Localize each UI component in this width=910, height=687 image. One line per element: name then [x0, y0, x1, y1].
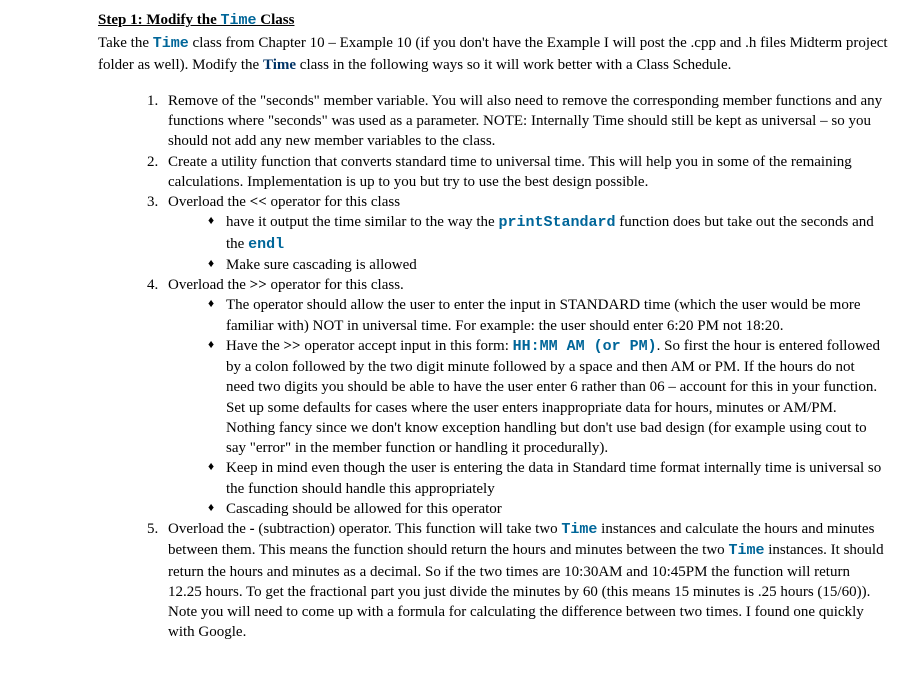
- item-2-text: Create a utility function that converts …: [168, 152, 898, 193]
- code-endl: endl: [248, 236, 284, 253]
- list-item-3: Overload the << operator for this class …: [162, 192, 898, 275]
- item-1-text: Remove of the "seconds" member variable.…: [168, 91, 898, 152]
- op-lshift: <<: [250, 194, 267, 210]
- op-rshift-inline: >>: [283, 338, 300, 354]
- intro-code-time: Time: [153, 35, 189, 52]
- item-4-sub-4: Cascading should be allowed for this ope…: [208, 499, 898, 519]
- code-printstandard: printStandard: [498, 214, 615, 231]
- item-3-text: Overload the << operator for this class: [168, 192, 898, 212]
- item-4-text: Overload the >> operator for this class.: [168, 275, 898, 295]
- item-3-sublist: have it output the time similar to the w…: [168, 212, 898, 275]
- intro-text-a: Take the: [98, 35, 153, 51]
- list-item-2: Create a utility function that converts …: [162, 152, 898, 193]
- list-item-1: Remove of the "seconds" member variable.…: [162, 91, 898, 152]
- item-4-sublist: The operator should allow the user to en…: [168, 295, 898, 519]
- item-4-sub-1: The operator should allow the user to en…: [208, 295, 898, 336]
- item-3-sub-2: Make sure cascading is allowed: [208, 255, 898, 275]
- heading-code: Time: [221, 12, 257, 29]
- intro-text-c: class in the following ways so it will w…: [296, 57, 731, 73]
- list-item-5: Overload the - (subtraction) operator. T…: [162, 519, 898, 643]
- item-5-text: Overload the - (subtraction) operator. T…: [168, 519, 898, 643]
- code-hhmm: HH:MM AM (or PM): [513, 338, 657, 355]
- code-time-2: Time: [728, 542, 764, 559]
- op-rshift: >>: [250, 277, 267, 293]
- list-item-4: Overload the >> operator for this class.…: [162, 275, 898, 519]
- code-time-1: Time: [561, 521, 597, 538]
- item-4-sub-3: Keep in mind even though the user is ent…: [208, 458, 898, 499]
- main-list: Remove of the "seconds" member variable.…: [12, 91, 898, 643]
- intro-bold-time: Time: [263, 57, 296, 73]
- step-heading: Step 1: Modify the Time Class: [12, 10, 898, 31]
- heading-prefix: Step 1: Modify the: [98, 12, 221, 28]
- item-4-sub-2: Have the >> operator accept input in thi…: [208, 336, 898, 459]
- heading-suffix: Class: [257, 12, 295, 28]
- intro-paragraph: Take the Time class from Chapter 10 – Ex…: [12, 33, 898, 75]
- item-3-sub-1: have it output the time similar to the w…: [208, 212, 898, 255]
